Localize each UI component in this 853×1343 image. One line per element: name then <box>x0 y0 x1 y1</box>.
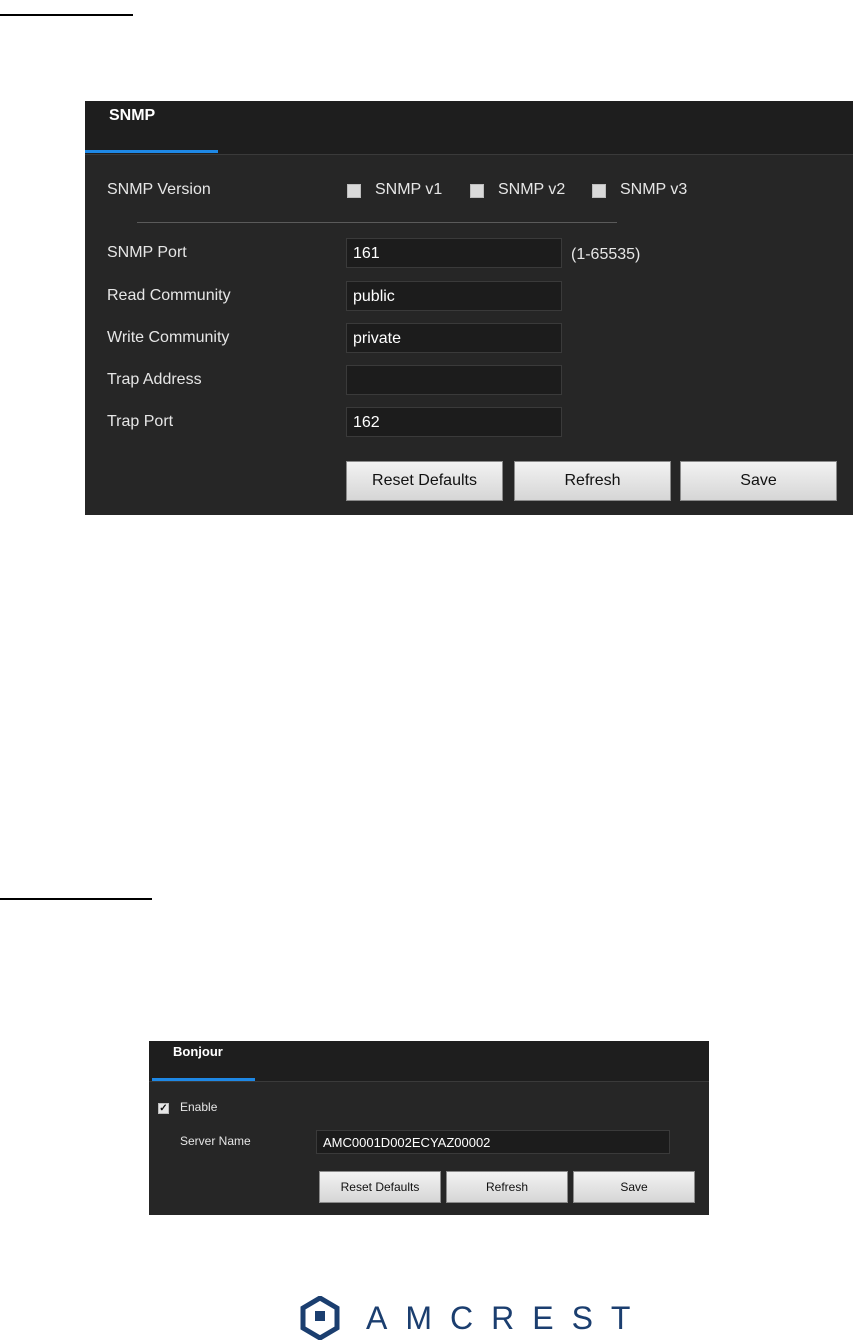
read-community-input[interactable]: public <box>346 281 562 311</box>
tab-snmp[interactable]: SNMP <box>109 107 155 125</box>
save-button[interactable]: Save <box>573 1171 695 1203</box>
snmp-v3-label: SNMP v3 <box>620 181 688 198</box>
active-tab-indicator <box>152 1078 255 1081</box>
snmp-v1-label: SNMP v1 <box>375 181 443 198</box>
heading-underline <box>0 898 152 900</box>
enable-label: Enable <box>180 1100 218 1114</box>
trap-port-label: Trap Port <box>107 413 174 430</box>
server-name-input[interactable]: AMC0001D002ECYAZ00002 <box>316 1130 670 1154</box>
snmp-panel: SNMP SNMP Version SNMP v1 SNMP v2 SNMP v… <box>85 101 853 515</box>
snmp-v3-checkbox[interactable] <box>592 184 606 198</box>
active-tab-indicator <box>85 150 218 153</box>
reset-defaults-button[interactable]: Reset Defaults <box>319 1171 441 1203</box>
refresh-button[interactable]: Refresh <box>446 1171 568 1203</box>
snmp-v2-checkbox[interactable] <box>470 184 484 198</box>
save-button[interactable]: Save <box>680 461 837 501</box>
bonjour-tab-bar: Bonjour <box>149 1041 709 1082</box>
snmp-version-label: SNMP Version <box>107 181 211 198</box>
trap-address-input[interactable] <box>346 365 562 395</box>
server-name-label: Server Name <box>180 1134 251 1148</box>
snmp-port-range-hint: (1-65535) <box>571 246 641 263</box>
reset-defaults-button[interactable]: Reset Defaults <box>346 461 503 501</box>
trap-address-label: Trap Address <box>107 371 202 388</box>
snmp-port-input[interactable]: 161 <box>346 238 562 268</box>
refresh-button[interactable]: Refresh <box>514 461 671 501</box>
enable-checkbox[interactable]: ✓ <box>158 1103 169 1114</box>
snmp-port-label: SNMP Port <box>107 244 187 261</box>
section-divider <box>137 222 617 223</box>
write-community-label: Write Community <box>107 329 230 346</box>
amcrest-logo: AMCREST <box>300 1296 648 1340</box>
amcrest-hexagon-icon <box>300 1296 340 1340</box>
write-community-input[interactable]: private <box>346 323 562 353</box>
snmp-v1-checkbox[interactable] <box>347 184 361 198</box>
trap-port-input[interactable]: 162 <box>346 407 562 437</box>
read-community-label: Read Community <box>107 287 231 304</box>
snmp-v2-label: SNMP v2 <box>498 181 566 198</box>
brand-wordmark: AMCREST <box>366 1299 649 1336</box>
snmp-tab-bar: SNMP <box>85 101 853 155</box>
heading-underline <box>0 14 133 16</box>
bonjour-panel: Bonjour ✓ Enable Server Name AMC0001D002… <box>149 1041 709 1215</box>
tab-bonjour[interactable]: Bonjour <box>173 1044 223 1059</box>
